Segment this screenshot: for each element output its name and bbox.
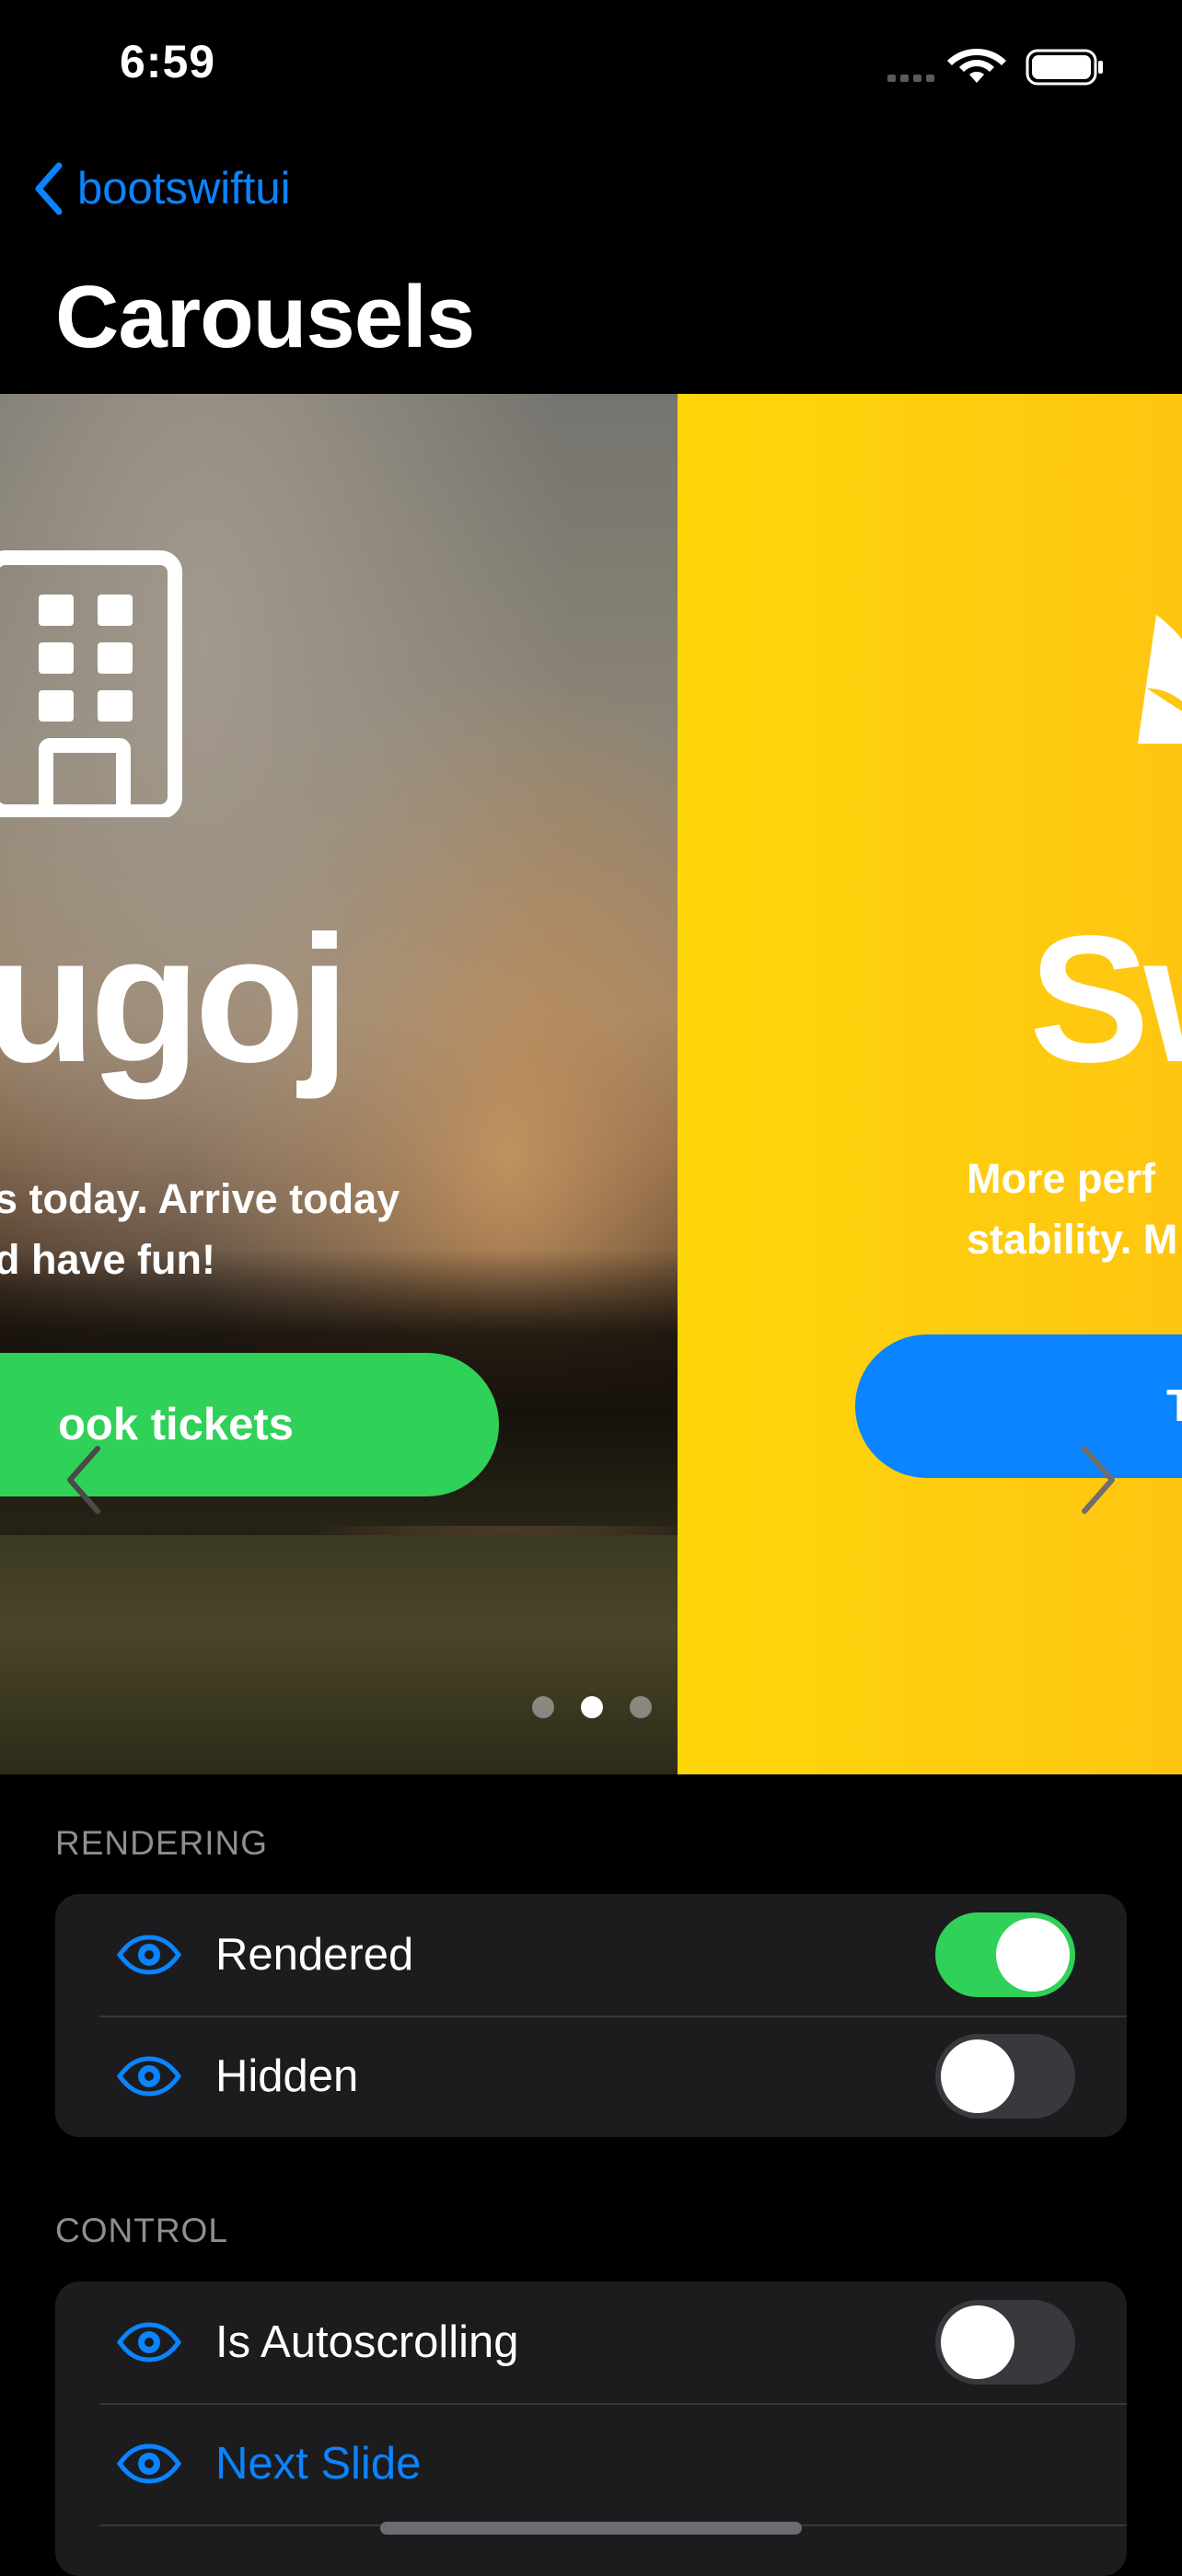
next-slide-button[interactable]: T <box>855 1334 1182 1478</box>
eye-icon <box>116 2443 182 2484</box>
back-button-label: bootswiftui <box>77 164 291 214</box>
row-hidden[interactable]: Hidden <box>55 2016 1127 2137</box>
hidden-toggle[interactable] <box>935 2034 1075 2119</box>
page-dot[interactable] <box>532 1696 554 1718</box>
eye-icon <box>116 2056 182 2097</box>
status-time: 6:59 <box>120 36 216 87</box>
row-is-autoscrolling[interactable]: Is Autoscrolling <box>55 2281 1127 2403</box>
slide-title: ugoj <box>0 898 350 1100</box>
row-label: Is Autoscrolling <box>215 2317 519 2367</box>
chevron-left-icon <box>35 162 63 215</box>
row-label: Rendered <box>215 1930 414 1980</box>
rendered-toggle[interactable] <box>935 1912 1075 1997</box>
page-dot-active[interactable] <box>581 1696 603 1718</box>
battery-icon <box>1026 49 1103 86</box>
next-slide-body: More perf stability. M <box>967 1155 1178 1263</box>
slide-body: s today. Arrive today d have fun! <box>0 1175 400 1283</box>
carousel-next-arrow-icon[interactable] <box>1075 1443 1121 1517</box>
section-header-control: CONTROL <box>55 2212 228 2249</box>
rendering-group: Rendered Hidden <box>55 1894 1127 2137</box>
carousel-previous-arrow-icon[interactable] <box>61 1443 107 1517</box>
page-title: Carousels <box>55 268 475 366</box>
home-indicator[interactable] <box>380 2522 802 2535</box>
carousel-slide-next: Sw More perf stability. M T <box>678 394 1182 1774</box>
row-label: Hidden <box>215 2051 359 2101</box>
status-icons <box>887 49 1103 86</box>
page-indicator[interactable] <box>532 1696 652 1718</box>
row-rendered[interactable]: Rendered <box>55 1894 1127 2016</box>
carousel-slide-current: ugoj s today. Arrive today d have fun! o… <box>0 394 678 1774</box>
cellular-signal-icon <box>887 75 934 82</box>
toggle-knob <box>941 2305 1014 2379</box>
toggle-knob <box>996 1918 1070 1992</box>
building-icon <box>0 550 182 817</box>
eye-icon <box>116 2322 182 2362</box>
eye-icon <box>116 1935 182 1975</box>
page-dot[interactable] <box>630 1696 652 1718</box>
back-button[interactable]: bootswiftui <box>31 156 291 221</box>
carousel[interactable]: ugoj s today. Arrive today d have fun! o… <box>0 394 1182 1774</box>
next-slide-title: Sw <box>1029 898 1182 1100</box>
toggle-knob <box>941 2039 1014 2113</box>
section-header-rendering: RENDERING <box>55 1824 269 1862</box>
wifi-icon <box>947 49 1006 83</box>
next-slide-button[interactable]: Next Slide <box>215 2438 421 2489</box>
swift-logo-icon <box>1138 615 1182 744</box>
row-next-slide[interactable]: Next Slide <box>55 2403 1127 2524</box>
slide-photo-field <box>0 1535 678 1774</box>
autoscrolling-toggle[interactable] <box>935 2300 1075 2385</box>
